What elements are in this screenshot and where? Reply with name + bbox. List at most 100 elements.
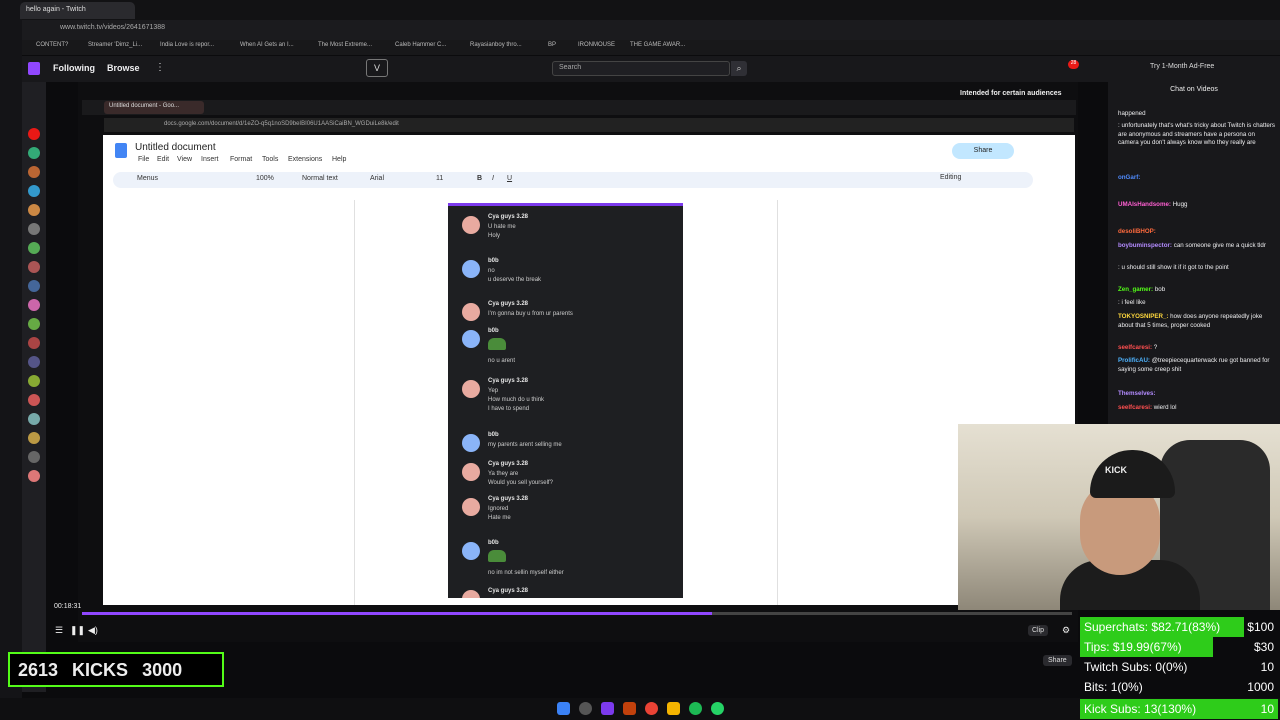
pepe-emote-icon (488, 338, 506, 350)
chat-username[interactable]: boybuminspector: (1118, 242, 1172, 249)
discord-username: Cya guys 3.28 (488, 461, 529, 467)
bookmark-item[interactable]: India Love is repor... (160, 42, 214, 48)
bookmark-item[interactable]: When AI Gets an I... (240, 42, 294, 48)
channel-avatar[interactable] (28, 204, 40, 216)
chat-text: wierd lol (1153, 404, 1177, 411)
channel-avatar[interactable] (28, 337, 40, 349)
more-menu-icon[interactable]: ⋮ (155, 62, 165, 73)
italic-icon: I (492, 175, 494, 182)
extension-logo-icon[interactable]: V (366, 59, 388, 77)
browser-tab-bar (22, 0, 1280, 20)
channel-avatar[interactable] (28, 166, 40, 178)
channel-avatar[interactable] (28, 128, 40, 140)
search-input[interactable]: Search (552, 61, 730, 76)
goal-value: 0(0%) (1155, 660, 1188, 674)
chat-username[interactable]: TOKYOSNIPER_: (1118, 313, 1168, 320)
discord-text: no (488, 268, 495, 274)
chat-text: bob (1154, 286, 1166, 293)
kicks-current: 2613 (18, 660, 59, 680)
chat-username[interactable]: ProlificAU: (1118, 357, 1150, 364)
channel-avatar[interactable] (28, 356, 40, 368)
search-icon[interactable]: ⌕ (731, 61, 747, 76)
channel-avatar[interactable] (28, 451, 40, 463)
channel-avatar[interactable] (28, 318, 40, 330)
bookmark-item[interactable]: BP (548, 42, 556, 48)
settings-icon[interactable]: ⚙ (1062, 625, 1070, 636)
goal-label: Bits: (1084, 680, 1108, 694)
chat-message: onGarf: (1118, 174, 1276, 183)
twitch-logo-icon[interactable] (28, 62, 40, 75)
channel-avatar[interactable] (28, 394, 40, 406)
discord-avatar (462, 380, 480, 398)
nav-following[interactable]: Following (53, 63, 95, 73)
chat-username[interactable]: desoliBHOP: (1118, 228, 1156, 235)
nav-browse[interactable]: Browse (107, 63, 140, 73)
playlist-icon[interactable]: ☰ (55, 625, 63, 636)
chat-message: happened (1118, 110, 1276, 119)
inner-browser-tabbar (82, 100, 1076, 115)
browser-tab-twitch[interactable]: hello again - Twitch (20, 2, 135, 19)
chat-username[interactable]: UMAIsHandsome: (1118, 201, 1171, 208)
folder-icon[interactable] (667, 702, 680, 715)
discord-text: no im not sellin myself either (488, 570, 564, 576)
app-icon[interactable] (601, 702, 614, 715)
goal-row: Bits: 1(0%) (1080, 677, 1143, 697)
discord-avatar (462, 330, 480, 348)
video-share-button[interactable]: Share (1043, 655, 1072, 666)
inner-docs-tab: Untitled document - Goo... (104, 101, 204, 114)
channel-avatar[interactable] (28, 432, 40, 444)
bookmark-item[interactable]: Caleb Hammer C... (395, 42, 446, 48)
toolbar-font: Arial (370, 175, 385, 182)
chrome-icon[interactable] (645, 702, 658, 715)
chat-header: Chat on Videos (1170, 86, 1218, 93)
editing-mode: Editing (940, 174, 962, 181)
channel-avatar[interactable] (28, 242, 40, 254)
channel-avatar[interactable] (28, 261, 40, 273)
chat-username[interactable]: Themselves: (1118, 390, 1156, 397)
bookmark-item[interactable]: CONTENT? (36, 42, 68, 48)
channel-avatar[interactable] (28, 299, 40, 311)
bookmark-item[interactable]: The Most Extreme... (318, 42, 372, 48)
channel-avatar[interactable] (28, 223, 40, 235)
pause-icon[interactable]: ❚❚ (70, 625, 85, 636)
docs-menu-extensions: Extensions (288, 156, 323, 163)
inner-url: docs.google.com/document/d/1eZO-q5q1noSD… (104, 118, 1074, 132)
chat-username[interactable]: Zen_gamer: (1118, 286, 1153, 293)
spotify-icon[interactable] (689, 702, 702, 715)
chat-text: can someone give me a quick tldr (1173, 242, 1266, 249)
channel-avatar[interactable] (28, 280, 40, 292)
search-task-icon[interactable] (579, 702, 592, 715)
chat-text: Hugg (1172, 201, 1188, 208)
address-bar[interactable] (22, 20, 1280, 40)
discord-username: Cya guys 3.28 (488, 301, 529, 307)
channel-avatar[interactable] (28, 413, 40, 425)
discord-avatar (462, 434, 480, 452)
bookmark-item[interactable]: Rayasianboy thro... (470, 42, 522, 48)
discord-avatar (462, 463, 480, 481)
channel-avatar[interactable] (28, 470, 40, 482)
channel-avatar[interactable] (28, 375, 40, 387)
docs-share-button: Share (952, 143, 1014, 159)
start-menu-icon[interactable] (557, 702, 570, 715)
bookmark-item[interactable]: Streamer 'Dimz_Li... (88, 42, 142, 48)
whatsapp-icon[interactable] (711, 702, 724, 715)
bookmark-item[interactable]: THE GAME AWAR... (630, 42, 685, 48)
discord-text: I'm gonna buy u from ur parents (488, 311, 573, 317)
url-text[interactable]: www.twitch.tv/videos/2641671388 (60, 24, 165, 31)
video-timestamp: 00:18:31 (54, 603, 82, 610)
opera-icon[interactable] (623, 702, 636, 715)
goal-row: Kick Subs: 13(130%) (1080, 699, 1196, 719)
ad-free-button[interactable]: Try 1-Month Ad-Free (1150, 63, 1214, 70)
clip-button[interactable]: Clip (1028, 625, 1049, 636)
chat-username[interactable]: seelfcaresi: (1118, 404, 1152, 411)
bookmark-item[interactable]: IRONMOUSE (578, 42, 615, 48)
channel-avatar[interactable] (28, 185, 40, 197)
chat-username[interactable]: onGarf: (1118, 174, 1140, 181)
goal-target: 10 (1260, 660, 1274, 674)
channel-avatar[interactable] (28, 147, 40, 159)
volume-icon[interactable]: ◀) (88, 625, 98, 636)
chat-message: ProlificAU: @treepiecequarterwack rue go… (1118, 357, 1276, 374)
audience-warning: Intended for certain audiences (960, 90, 1062, 97)
chat-message: : unfortunately that's what's tricky abo… (1118, 122, 1276, 148)
chat-username[interactable]: seelfcaresi: (1118, 344, 1152, 351)
